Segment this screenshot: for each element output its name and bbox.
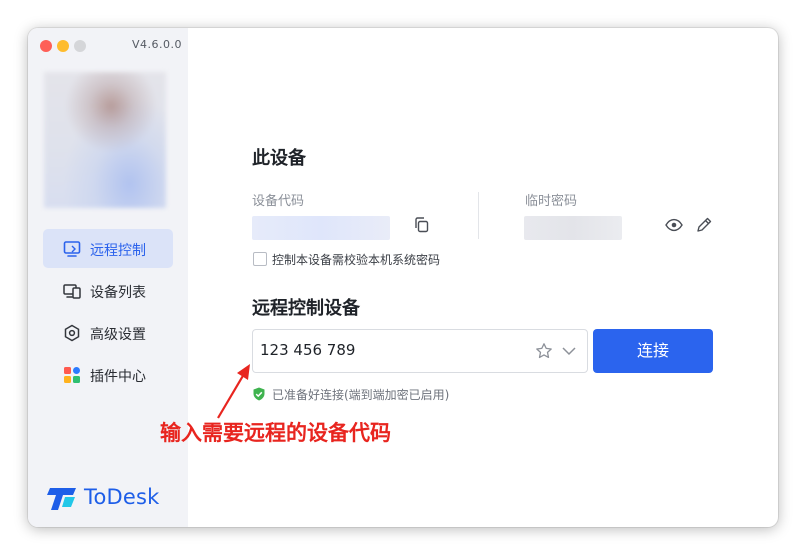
todesk-logo-icon bbox=[47, 488, 76, 510]
sidebar: V4.6.0.0 远程控制 设备列表 高级设置 插件中心 ToDesk bbox=[28, 28, 188, 527]
monitor-remote-icon bbox=[63, 241, 81, 257]
sidebar-item-label: 设备列表 bbox=[90, 285, 146, 301]
sidebar-item-device-list[interactable]: 设备列表 bbox=[43, 271, 173, 310]
avatar[interactable] bbox=[44, 72, 166, 208]
sidebar-item-remote-control[interactable]: 远程控制 bbox=[43, 229, 173, 268]
eye-icon[interactable] bbox=[664, 215, 684, 235]
window-minimize-button[interactable] bbox=[57, 40, 69, 52]
device-code-value bbox=[252, 216, 390, 240]
copy-icon[interactable] bbox=[412, 215, 432, 235]
sidebar-item-label: 高级设置 bbox=[90, 327, 146, 343]
logo-text: ToDesk bbox=[84, 485, 160, 509]
plugin-grid-icon bbox=[64, 367, 80, 383]
star-icon[interactable] bbox=[535, 342, 553, 360]
settings-hexagon-icon bbox=[64, 324, 80, 342]
window-close-button[interactable] bbox=[40, 40, 52, 52]
temp-password-value bbox=[524, 216, 622, 240]
todesk-logo: ToDesk bbox=[46, 484, 166, 512]
annotation-arrow bbox=[217, 364, 250, 419]
version-label: V4.6.0.0 bbox=[132, 38, 183, 51]
window-maximize-button[interactable] bbox=[74, 40, 86, 52]
sidebar-item-label: 插件中心 bbox=[90, 369, 146, 385]
sidebar-item-label: 远程控制 bbox=[90, 243, 146, 259]
device-code-label: 设备代码 bbox=[252, 194, 305, 209]
app-window: V4.6.0.0 远程控制 设备列表 高级设置 插件中心 ToDesk 此设备 … bbox=[28, 28, 778, 527]
connect-button[interactable]: 连接 bbox=[593, 329, 713, 373]
remote-device-code-input[interactable] bbox=[260, 338, 520, 362]
this-device-title: 此设备 bbox=[252, 148, 306, 169]
vertical-divider bbox=[478, 192, 479, 239]
sidebar-item-plugin-center[interactable]: 插件中心 bbox=[43, 355, 173, 394]
edit-icon[interactable] bbox=[694, 215, 714, 235]
remote-control-title: 远程控制设备 bbox=[252, 298, 360, 319]
sidebar-item-advanced-settings[interactable]: 高级设置 bbox=[43, 313, 173, 352]
devices-icon bbox=[63, 284, 81, 299]
connection-status-text: 已准备好连接(端到端加密已启用) bbox=[272, 388, 450, 402]
remote-device-code-field[interactable] bbox=[252, 329, 588, 373]
verify-password-label: 控制本设备需校验本机系统密码 bbox=[272, 253, 441, 267]
verify-password-checkbox[interactable] bbox=[253, 252, 267, 266]
annotation-text: 输入需要远程的设备代码 bbox=[160, 421, 391, 445]
temp-password-label: 临时密码 bbox=[525, 194, 578, 209]
chevron-down-icon[interactable] bbox=[561, 343, 577, 359]
